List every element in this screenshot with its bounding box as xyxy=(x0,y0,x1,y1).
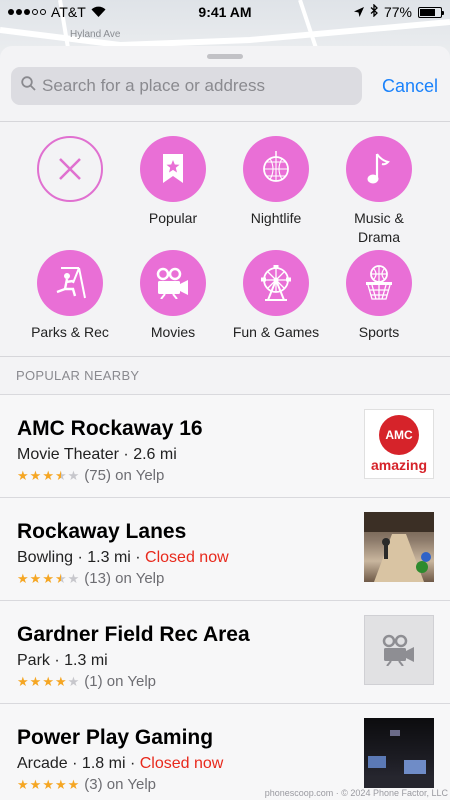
carrier-label: AT&T xyxy=(51,4,86,20)
star-icon: ★ xyxy=(42,776,54,792)
status-bar: AT&T 9:41 AM 77% xyxy=(0,0,450,24)
place-thumbnail xyxy=(364,512,434,582)
swing-icon xyxy=(37,250,103,316)
star-icon: ★ xyxy=(67,776,80,792)
category-popular[interactable]: Popular xyxy=(123,136,223,228)
category-music-drama[interactable]: Music & Drama xyxy=(329,136,429,247)
star-icon: ★ xyxy=(29,673,42,689)
review-count: (3) on Yelp xyxy=(84,776,157,793)
map-street-label: Hyland Ave xyxy=(70,29,121,40)
disco-ball-icon xyxy=(243,136,309,202)
star-icon: ★ xyxy=(54,673,67,689)
place-status: Closed now xyxy=(139,755,224,772)
place-thumbnail xyxy=(364,718,434,788)
film-camera-icon xyxy=(382,634,414,666)
star-icon: ★ xyxy=(17,467,29,483)
film-camera-icon xyxy=(140,250,206,316)
wifi-icon xyxy=(91,5,106,20)
section-header: POPULAR NEARBY xyxy=(0,356,450,394)
category-parks-rec[interactable]: Parks & Rec xyxy=(20,250,120,342)
signal-icon xyxy=(8,9,46,15)
place-distance: 1.3 mi xyxy=(87,549,131,566)
location-arrow-icon xyxy=(353,4,364,20)
star-icon: ★ xyxy=(17,673,29,689)
search-field[interactable] xyxy=(11,67,362,105)
star-icon: ★ xyxy=(42,467,54,483)
battery-percent: 77% xyxy=(383,4,412,20)
star-rating-icon: ★ ★ ★ ★ ★ xyxy=(17,468,79,484)
star-icon: ★ xyxy=(67,673,80,689)
place-row-gardner-field[interactable]: Gardner Field Rec Area Park · 1.3 mi ★ ★ ★… xyxy=(0,600,450,703)
battery-icon xyxy=(418,6,444,18)
search-input[interactable] xyxy=(42,76,342,96)
category-label: Sports xyxy=(358,324,400,340)
star-icon: ★ xyxy=(42,570,54,586)
place-distance: 2.6 mi xyxy=(133,446,177,463)
review-count: (13) on Yelp xyxy=(84,570,165,587)
place-row-power-play[interactable]: Power Play Gaming Arcade · 1.8 mi · Clos… xyxy=(0,703,450,800)
star-rating-icon: ★ ★ ★ ★ ★ xyxy=(17,777,79,793)
arcade-photo xyxy=(364,730,434,788)
ferris-wheel-icon xyxy=(243,250,309,316)
star-icon: ★ xyxy=(42,673,54,689)
place-row-rockaway-lanes[interactable]: Rockaway Lanes Bowling · 1.3 mi · Closed… xyxy=(0,497,450,600)
category-clear[interactable] xyxy=(20,136,120,209)
place-type: Bowling xyxy=(17,549,74,566)
category-label: Fun & Games xyxy=(232,324,320,340)
bowling-photo xyxy=(364,512,434,582)
amc-logo-icon: AMC xyxy=(379,415,419,455)
place-status: Closed now xyxy=(145,549,229,566)
star-rating-icon: ★ ★ ★ ★ ★ xyxy=(17,674,79,690)
divider xyxy=(0,121,450,122)
review-count: (1) on Yelp xyxy=(84,673,157,690)
close-icon xyxy=(37,136,103,202)
place-type: Park xyxy=(17,652,50,669)
cancel-button[interactable]: Cancel xyxy=(382,76,438,97)
star-icon: ★ xyxy=(17,776,29,792)
place-type: Arcade xyxy=(17,755,68,772)
category-grid: Popular Nightlife Music & Drama Parks & … xyxy=(0,136,450,356)
star-icon: ★ xyxy=(29,776,42,792)
place-row-amc-rockaway[interactable]: AMC Rockaway 16 Movie Theater · 2.6 mi ★… xyxy=(0,394,450,497)
category-sports[interactable]: Sports xyxy=(329,250,429,342)
star-icon: ★ xyxy=(29,570,42,586)
bookmark-star-icon xyxy=(140,136,206,202)
star-icon: ★ xyxy=(54,467,67,483)
sheet-grabber[interactable] xyxy=(207,54,243,59)
place-thumbnail: AMC amazing xyxy=(364,409,434,479)
search-sheet: Cancel Popular Nightlife Music & xyxy=(0,46,450,800)
amc-tagline: amazing xyxy=(370,457,427,473)
category-label: Movies xyxy=(150,324,196,340)
category-label: Music & Drama xyxy=(354,210,404,245)
place-type: Movie Theater xyxy=(17,446,119,463)
bluetooth-icon xyxy=(370,3,378,20)
star-rating-icon: ★ ★ ★ ★ ★ xyxy=(17,571,79,587)
review-count: (75) on Yelp xyxy=(84,467,165,484)
music-note-icon xyxy=(346,136,412,202)
star-icon: ★ xyxy=(67,570,80,586)
star-icon: ★ xyxy=(17,570,29,586)
category-nightlife[interactable]: Nightlife xyxy=(226,136,326,228)
star-icon: ★ xyxy=(54,776,67,792)
star-icon: ★ xyxy=(29,467,42,483)
category-movies[interactable]: Movies xyxy=(123,250,223,342)
search-row: Cancel xyxy=(0,66,450,106)
category-label: Parks & Rec xyxy=(31,324,109,340)
basketball-hoop-icon xyxy=(346,250,412,316)
category-label: Popular xyxy=(148,210,198,226)
place-distance: 1.3 mi xyxy=(64,652,108,669)
category-fun-games[interactable]: Fun & Games xyxy=(226,250,326,342)
search-icon xyxy=(21,76,36,96)
watermark: phonescoop.com · © 2024 Phone Factor, LL… xyxy=(264,788,448,798)
star-icon: ★ xyxy=(67,467,80,483)
star-icon: ★ xyxy=(54,570,67,586)
place-list: AMC Rockaway 16 Movie Theater · 2.6 mi ★… xyxy=(0,394,450,800)
place-distance: 1.8 mi xyxy=(81,755,126,772)
category-label: Nightlife xyxy=(250,210,302,226)
place-thumbnail xyxy=(364,615,434,685)
